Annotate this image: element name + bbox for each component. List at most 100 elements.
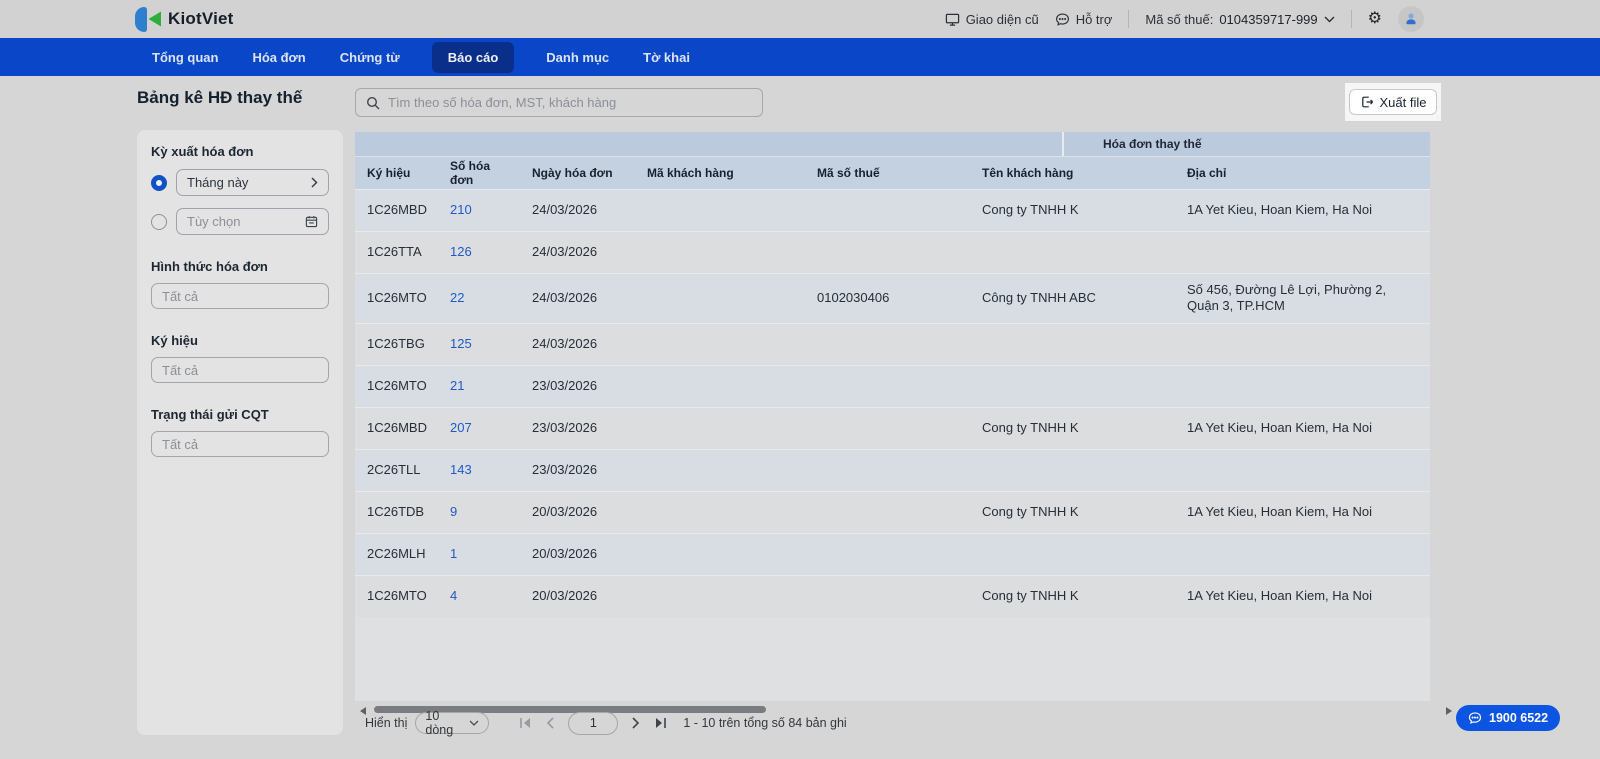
help-button[interactable]: Hỗ trợ bbox=[1055, 12, 1112, 27]
old-interface-button[interactable]: Giao diện cũ bbox=[945, 12, 1039, 27]
nav-chung-tu[interactable]: Chứng từ bbox=[338, 42, 402, 73]
cell-dia-chi: 1A Yet Kieu, Hoan Kiem, Ha Noi bbox=[1187, 419, 1373, 435]
cell-ma-khach-hang bbox=[635, 491, 805, 533]
scroll-right-arrow-icon[interactable] bbox=[1446, 707, 1452, 715]
invoice-number-link[interactable]: 22 bbox=[450, 290, 464, 305]
cell-ky-hieu: 1C26TTA bbox=[367, 243, 422, 259]
cell-ten-khach-hang bbox=[970, 231, 1175, 273]
period-custom-button[interactable]: Tùy chọn bbox=[176, 208, 329, 235]
invoice-number-link[interactable]: 207 bbox=[450, 420, 472, 435]
cell-ten-khach-hang: Cong ty TNHH K bbox=[982, 419, 1079, 435]
cell-so-hoa-don: 9 bbox=[438, 491, 520, 533]
invoice-number-link[interactable]: 125 bbox=[450, 336, 472, 351]
cell-ngay-hoa-don: 20/03/2026 bbox=[532, 588, 598, 604]
cell-ngay-hoa-don: 20/03/2026 bbox=[532, 503, 598, 519]
export-file-button[interactable]: Xuất file bbox=[1348, 89, 1438, 115]
support-hotline-button[interactable]: 1900 6522 bbox=[1456, 705, 1561, 731]
cell-ky-hieu: 2C26TLL bbox=[367, 461, 421, 477]
nav-danh-muc[interactable]: Danh mục bbox=[544, 42, 611, 73]
column-header-dia-chi: Địa chỉ bbox=[1175, 156, 1430, 189]
invoice-number-link[interactable]: 126 bbox=[450, 244, 472, 259]
top-header: KiotViet Giao diện cũ Hỗ trợ Mã số thuế:… bbox=[0, 0, 1600, 38]
chevron-down-icon bbox=[469, 720, 479, 726]
table-empty-area bbox=[355, 617, 1430, 701]
cell-ma-khach-hang bbox=[635, 407, 805, 449]
cell-dia-chi bbox=[1175, 533, 1430, 575]
cell-ky-hieu: 1C26MTO bbox=[367, 289, 427, 305]
export-label: Xuất file bbox=[1379, 94, 1427, 110]
invoice-number-link[interactable]: 9 bbox=[450, 504, 457, 519]
nav-to-khai[interactable]: Tờ khai bbox=[641, 42, 692, 73]
cell-ma-so-thue bbox=[805, 449, 970, 491]
symbol-filter-input[interactable] bbox=[151, 357, 329, 383]
cell-ngay-hoa-don: 23/03/2026 bbox=[532, 461, 598, 477]
brand: KiotViet bbox=[135, 6, 234, 32]
cell-so-hoa-don: 1 bbox=[438, 533, 520, 575]
period-this-month-radio[interactable] bbox=[151, 174, 167, 191]
cqt-status-filter-label: Trạng thái gửi CQT bbox=[151, 407, 269, 422]
cell-ten-khach-hang: Cong ty TNHH K bbox=[982, 503, 1079, 519]
cell-ky-hieu: 1C26TDB bbox=[367, 503, 425, 519]
table-row: 2C26MLH 1 20/03/2026 bbox=[355, 533, 1430, 575]
cell-ngay-hoa-don: 24/03/2026 bbox=[532, 201, 598, 217]
invoice-number-link[interactable]: 4 bbox=[450, 588, 457, 603]
brand-name: KiotViet bbox=[168, 9, 234, 28]
cell-ten-khach-hang: Công ty TNHH ABC bbox=[982, 289, 1096, 305]
invoice-number-link[interactable]: 1 bbox=[450, 546, 457, 561]
export-icon bbox=[1360, 95, 1374, 109]
page-number-input[interactable] bbox=[568, 711, 619, 735]
cell-dia-chi: 1A Yet Kieu, Hoan Kiem, Ha Noi bbox=[1187, 201, 1373, 217]
invoice-form-filter-input[interactable] bbox=[151, 283, 329, 309]
invoice-form-filter-label: Hình thức hóa đơn bbox=[151, 259, 268, 274]
cell-ngay-hoa-don: 20/03/2026 bbox=[532, 545, 598, 561]
table-row: 1C26TDB 9 20/03/2026 Cong ty TNHH K 1A Yet K… bbox=[355, 491, 1430, 533]
period-custom-label: Tùy chọn bbox=[187, 214, 241, 229]
table-row: 1C26TBG 125 24/03/2026 bbox=[355, 323, 1430, 365]
page-size-select[interactable]: 10 dòng bbox=[415, 709, 490, 737]
support-chat-icon bbox=[1468, 711, 1482, 725]
period-filter-label: Kỳ xuất hóa đơn bbox=[151, 144, 254, 159]
gear-icon[interactable]: ⚙ bbox=[1368, 11, 1382, 27]
invoice-table: Hóa đơn thay thế Ký hiệu Số hóa đơn Ngày… bbox=[355, 132, 1430, 701]
pagination-summary: 1 - 10 trên tổng số 84 bản ghi bbox=[683, 716, 847, 730]
table-row: 1C26MBD 210 24/03/2026 Cong ty TNHH K 1A Yet… bbox=[355, 189, 1430, 231]
cell-dia-chi: Số 456, Đường Lê Lợi, Phường 2, Quận 3, … bbox=[1187, 281, 1387, 313]
cell-ngay-hoa-don: 24/03/2026 bbox=[532, 335, 598, 351]
cell-dia-chi: 1A Yet Kieu, Hoan Kiem, Ha Noi bbox=[1187, 588, 1373, 604]
cell-ten-khach-hang bbox=[970, 449, 1175, 491]
tax-code-selector[interactable]: Mã số thuế: 0104359717-999 bbox=[1145, 12, 1335, 27]
invoice-table-body: 1C26MBD 210 24/03/2026 Cong ty TNHH K 1A Yet… bbox=[355, 189, 1430, 617]
column-header-ky-hieu: Ký hiệu bbox=[355, 156, 438, 189]
table-row: 2C26TLL 143 23/03/2026 bbox=[355, 449, 1430, 491]
invoice-number-link[interactable]: 21 bbox=[450, 378, 464, 393]
cell-ten-khach-hang bbox=[970, 533, 1175, 575]
cell-ma-so-thue bbox=[805, 575, 970, 617]
old-interface-label: Giao diện cũ bbox=[965, 11, 1039, 27]
table-row: 1C26TTA 126 24/03/2026 bbox=[355, 231, 1430, 273]
cqt-status-filter-input[interactable] bbox=[151, 431, 329, 457]
cell-ma-khach-hang bbox=[635, 231, 805, 273]
period-custom-radio[interactable] bbox=[151, 213, 167, 230]
cell-ma-khach-hang bbox=[635, 575, 805, 617]
nav-tong-quan[interactable]: Tổng quan bbox=[150, 42, 220, 73]
previous-page-button[interactable] bbox=[546, 717, 554, 729]
column-header-so-hoa-don: Số hóa đơn bbox=[438, 156, 520, 189]
cell-ky-hieu: 2C26MLH bbox=[367, 545, 426, 561]
symbol-filter-label: Ký hiệu bbox=[151, 333, 198, 348]
cell-ngay-hoa-don: 24/03/2026 bbox=[532, 289, 598, 305]
first-page-button[interactable] bbox=[519, 717, 532, 729]
next-page-button[interactable] bbox=[632, 717, 640, 729]
period-this-month-button[interactable]: Tháng này bbox=[176, 169, 329, 196]
last-page-button[interactable] bbox=[654, 717, 667, 729]
invoice-number-link[interactable]: 143 bbox=[450, 462, 472, 477]
chevron-down-icon bbox=[1324, 16, 1335, 23]
search-box bbox=[355, 88, 763, 117]
search-input[interactable] bbox=[388, 95, 752, 110]
cell-dia-chi bbox=[1175, 231, 1430, 273]
avatar[interactable] bbox=[1398, 6, 1424, 32]
nav-hoa-don[interactable]: Hóa đơn bbox=[250, 42, 307, 73]
nav-bao-cao[interactable]: Báo cáo bbox=[431, 41, 515, 73]
invoice-number-link[interactable]: 210 bbox=[450, 202, 472, 217]
cell-ma-so-thue bbox=[805, 365, 970, 407]
table-row: 1C26MBD 207 23/03/2026 Cong ty TNHH K 1A Yet… bbox=[355, 407, 1430, 449]
